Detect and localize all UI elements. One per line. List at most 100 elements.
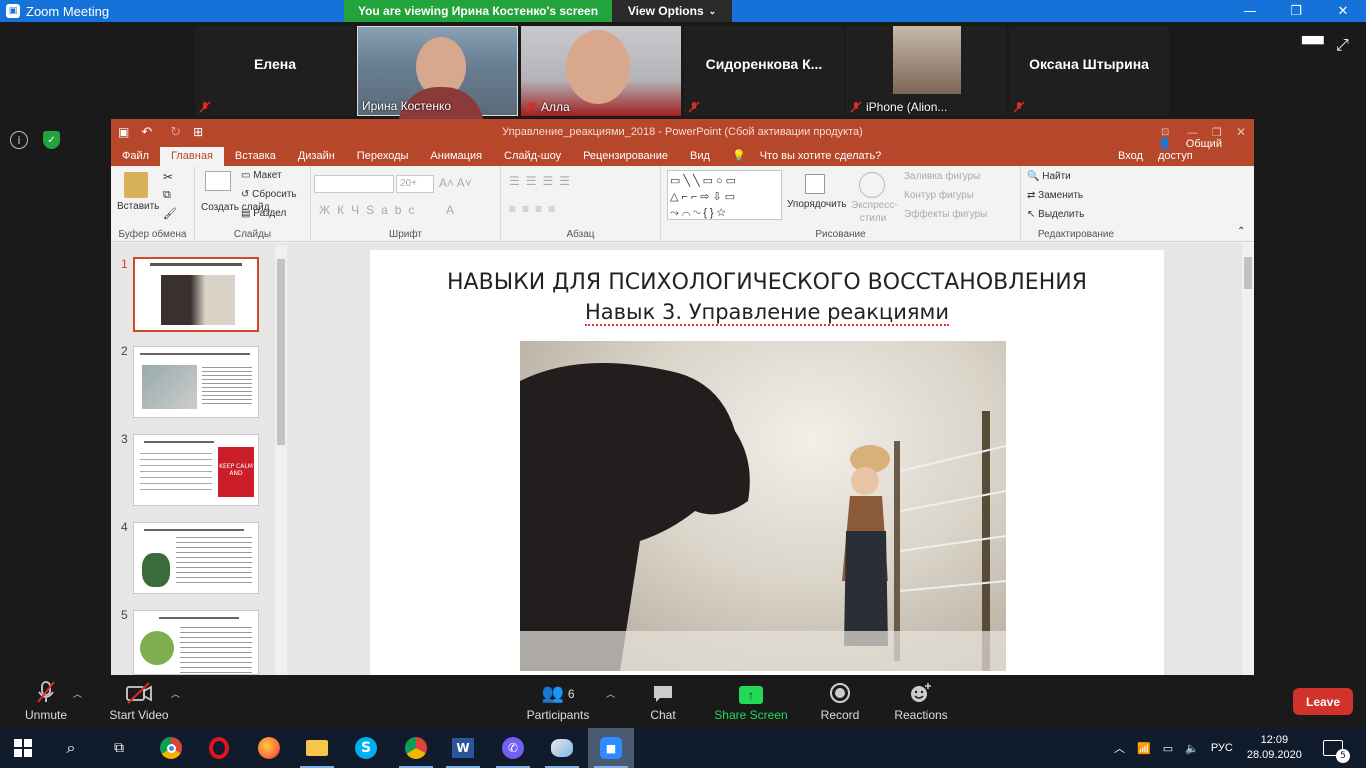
paint-icon[interactable] (539, 728, 585, 768)
chrome-profile-icon[interactable] (393, 728, 439, 768)
tab-transitions[interactable]: Переходы (346, 147, 420, 166)
word-icon[interactable]: W (440, 728, 486, 768)
tab-file[interactable]: Файл (111, 147, 160, 166)
slide-thumbnail[interactable] (133, 257, 259, 332)
file-explorer-icon[interactable] (294, 728, 340, 768)
collapse-ribbon-icon[interactable]: ⌃ (1237, 226, 1245, 237)
tab-animation[interactable]: Анимация (419, 147, 493, 166)
clock[interactable]: 12:09 28.09.2020 (1247, 733, 1302, 763)
notifications-icon[interactable]: 5 (1310, 728, 1356, 768)
shapes-gallery[interactable]: ▭╲╲▭○▭ △⌐⌐⇨⇩▭ ⤳⌒∿{}☆ (667, 170, 782, 220)
restore-icon[interactable]: ❐ (1273, 0, 1319, 22)
start-video-button[interactable]: Start Video (106, 675, 172, 728)
thumbnail-scrollbar-thumb[interactable] (277, 259, 285, 445)
slide-scrollbar[interactable] (1242, 243, 1254, 675)
quick-styles-icon[interactable] (859, 172, 885, 198)
replace-button[interactable]: ⇄ Заменить (1027, 190, 1083, 201)
fullscreen-icon[interactable]: ⤢ (1336, 35, 1349, 55)
audio-options-chevron-icon[interactable]: ︿ (73, 687, 82, 700)
participant-tile[interactable]: Оксана Штырина (1009, 26, 1169, 116)
opera-icon[interactable] (196, 728, 242, 768)
tab-review[interactable]: Рецензирование (572, 147, 679, 166)
security-shield-icon[interactable]: ✓ (43, 131, 60, 149)
minimize-icon[interactable]: — (1227, 0, 1273, 22)
layout-button[interactable]: ▭ Макет (241, 170, 282, 181)
muted-mic-icon (199, 101, 211, 113)
share-button[interactable]: 👤 Общий доступ (1147, 134, 1254, 166)
slide-thumbnail[interactable]: KEEP CALM AND (133, 434, 259, 506)
font-name-input[interactable] (314, 175, 394, 193)
view-options-button[interactable]: View Options ⌄ (612, 0, 732, 22)
copy-icon[interactable]: ⧉ (163, 189, 171, 202)
quick-styles-button[interactable]: Экспресс-стили (851, 199, 898, 225)
screen-icon[interactable]: ▭ (1163, 742, 1173, 755)
font-size-input[interactable]: 20+ (396, 175, 434, 193)
slide-thumbnail[interactable] (133, 346, 259, 418)
arrange-icon[interactable] (805, 174, 825, 194)
find-button[interactable]: 🔍 Найти (1027, 171, 1071, 182)
info-icon[interactable]: i (10, 131, 28, 149)
skype-icon[interactable]: S (343, 728, 389, 768)
chat-button[interactable]: Chat (644, 675, 682, 728)
windows-start-icon[interactable] (0, 728, 46, 768)
participant-tile[interactable]: Елена (195, 26, 355, 116)
task-view-icon[interactable]: ⧉ (96, 728, 142, 768)
paste-button[interactable]: Вставить (117, 201, 159, 212)
zoom-taskbar-icon[interactable]: ■ (588, 728, 634, 768)
slide-thumbnail[interactable] (133, 610, 259, 675)
participants-button[interactable]: 👥 6 Participants (522, 675, 594, 728)
select-button[interactable]: ↖ Выделить (1027, 209, 1084, 220)
volume-icon[interactable]: 🔈 (1185, 742, 1199, 755)
video-options-chevron-icon[interactable]: ︿ (171, 687, 180, 700)
viber-icon[interactable]: ✆ (490, 728, 536, 768)
shape-outline-button[interactable]: Контур фигуры (904, 190, 974, 201)
drawing-group: ▭╲╲▭○▭ △⌐⌐⇨⇩▭ ⤳⌒∿{}☆ Упорядочить Экспресс-… (661, 166, 1021, 242)
slide-photo[interactable] (520, 341, 1007, 671)
tab-design[interactable]: Дизайн (287, 147, 346, 166)
slide-scrollbar-thumb[interactable] (1244, 257, 1252, 289)
slide-subtitle: Навык 3. Управление реакциями (585, 300, 949, 326)
keyboard-language[interactable]: РУС (1211, 742, 1233, 754)
tab-view[interactable]: Вид (679, 147, 721, 166)
shape-fill-button[interactable]: Заливка фигуры (904, 171, 980, 182)
slide-thumbnail[interactable] (133, 522, 259, 594)
reactions-button[interactable]: Reactions (892, 675, 950, 728)
chrome-icon[interactable] (148, 728, 194, 768)
participant-tile[interactable]: Сидоренкова К... (684, 26, 844, 116)
align-icons[interactable]: ≡≡≡≡ (509, 202, 561, 216)
font-color-icon[interactable]: A (446, 203, 454, 217)
font-grow-icon[interactable]: A˄ A˅ (439, 176, 472, 190)
close-icon[interactable]: ✕ (1320, 0, 1366, 22)
share-screen-button[interactable]: ↑ Share Screen (712, 675, 790, 728)
list-icons[interactable]: ☰☰☰☰ (509, 174, 576, 188)
cut-icon[interactable]: ✂ (163, 170, 173, 184)
record-button[interactable]: Record (818, 675, 862, 728)
search-icon[interactable]: ⌕ (48, 728, 94, 768)
leave-button[interactable]: Leave (1293, 688, 1353, 715)
paste-icon[interactable] (124, 172, 148, 198)
tell-me-input[interactable]: 💡 Что вы хотите сделать? (721, 146, 903, 166)
tab-slideshow[interactable]: Слайд-шоу (493, 147, 572, 166)
shape-effects-button[interactable]: Эффекты фигуры (904, 209, 987, 220)
format-painter-icon[interactable]: 🖌 (163, 207, 177, 220)
network-icon[interactable]: 📶 (1137, 742, 1151, 755)
thumbnail-scrollbar[interactable] (275, 245, 287, 675)
tab-home[interactable]: Главная (160, 147, 224, 166)
tray-chevron-icon[interactable]: ︿ (1114, 740, 1125, 756)
slide-subtitle-box[interactable]: Навык 3. Управление реакциями (370, 300, 1164, 326)
new-slide-icon[interactable] (205, 171, 231, 191)
slide-title[interactable]: НАВЫКИ ДЛЯ ПСИХОЛОГИЧЕСКОГО ВОССТАНОВЛЕН… (370, 270, 1164, 295)
reset-button[interactable]: ↺ Сбросить (241, 189, 297, 200)
current-slide[interactable]: НАВЫКИ ДЛЯ ПСИХОЛОГИЧЕСКОГО ВОССТАНОВЛЕН… (370, 250, 1164, 680)
participant-tile[interactable]: Алла (521, 26, 681, 116)
font-format-icons[interactable]: ЖКЧSabc (319, 203, 421, 217)
participant-tile-active[interactable]: Ирина Костенко (357, 26, 518, 127)
tab-insert[interactable]: Вставка (224, 147, 287, 166)
gallery-view-icon[interactable]: ▀▀ (1302, 37, 1324, 53)
arrange-button[interactable]: Упорядочить (787, 199, 847, 210)
section-button[interactable]: ▤ Раздел (241, 208, 286, 219)
participant-tile[interactable]: iPhone (Alion... (846, 26, 1006, 116)
firefox-icon[interactable] (246, 728, 292, 768)
participants-chevron-icon[interactable]: ︿ (606, 687, 615, 700)
unmute-button[interactable]: Unmute (16, 675, 76, 728)
